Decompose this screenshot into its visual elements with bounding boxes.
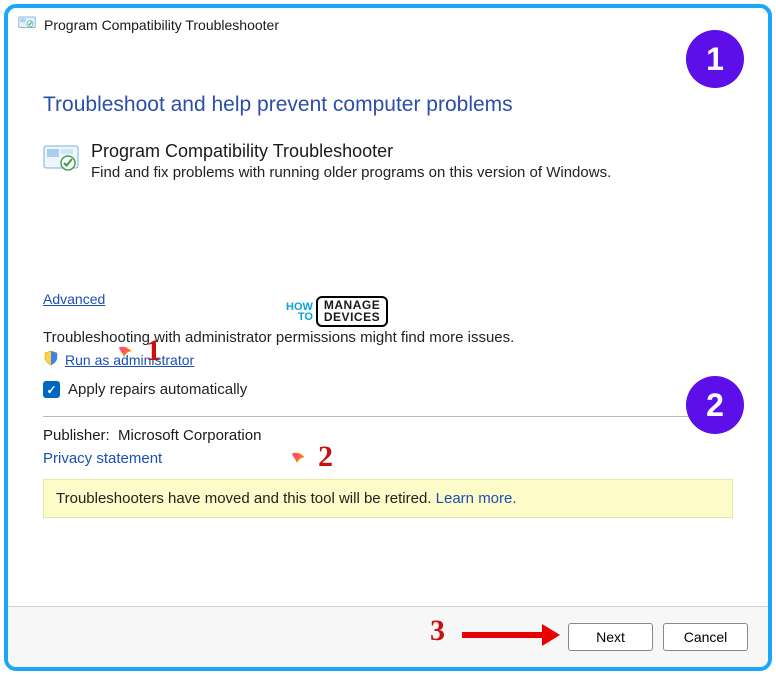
advanced-link[interactable]: Advanced [43,291,105,307]
annotation-badge-2: 2 [686,376,744,434]
app-icon [18,14,36,35]
publisher-row: Publisher: Microsoft Corporation [43,427,733,444]
privacy-link[interactable]: Privacy statement [43,450,162,467]
watermark-how: HOW [286,302,313,312]
watermark-badge: HOW TO MANAGE DEVICES [286,296,388,327]
page-heading: Troubleshoot and help prevent computer p… [43,93,733,117]
titlebar: Program Compatibility Troubleshooter [8,8,768,39]
pointer-icon [288,450,310,472]
apply-repairs-checkbox[interactable]: ✓ [43,381,60,398]
dialog-footer: Next Cancel [8,606,768,667]
troubleshooter-name: Program Compatibility Troubleshooter [91,141,611,162]
annotation-step-1: 1 [146,334,161,368]
publisher-value: Microsoft Corporation [118,427,261,444]
window-title: Program Compatibility Troubleshooter [44,17,279,33]
pointer-icon [115,344,137,366]
annotation-step-3: 3 [430,614,445,648]
troubleshooter-icon [43,141,79,180]
next-button[interactable]: Next [568,623,653,651]
cancel-button[interactable]: Cancel [663,623,748,651]
learn-more-link[interactable]: Learn more. [436,490,517,507]
troubleshooter-summary: Program Compatibility Troubleshooter Fin… [43,141,733,181]
notice-text: Troubleshooters have moved and this tool… [56,490,431,507]
apply-repairs-label: Apply repairs automatically [68,381,247,398]
troubleshooter-desc: Find and fix problems with running older… [91,164,611,181]
publisher-label: Publisher: [43,427,110,444]
uac-shield-icon [43,350,59,369]
apply-repairs-row[interactable]: ✓ Apply repairs automatically [43,381,733,398]
troubleshooter-window: Program Compatibility Troubleshooter Tro… [4,4,772,671]
separator [43,416,733,417]
watermark-devices: DEVICES [324,311,380,323]
annotation-badge-1: 1 [686,30,744,88]
retirement-notice: Troubleshooters have moved and this tool… [43,479,733,518]
annotation-arrow [462,624,560,646]
annotation-step-2: 2 [318,440,333,474]
watermark-to: TO [286,312,313,322]
